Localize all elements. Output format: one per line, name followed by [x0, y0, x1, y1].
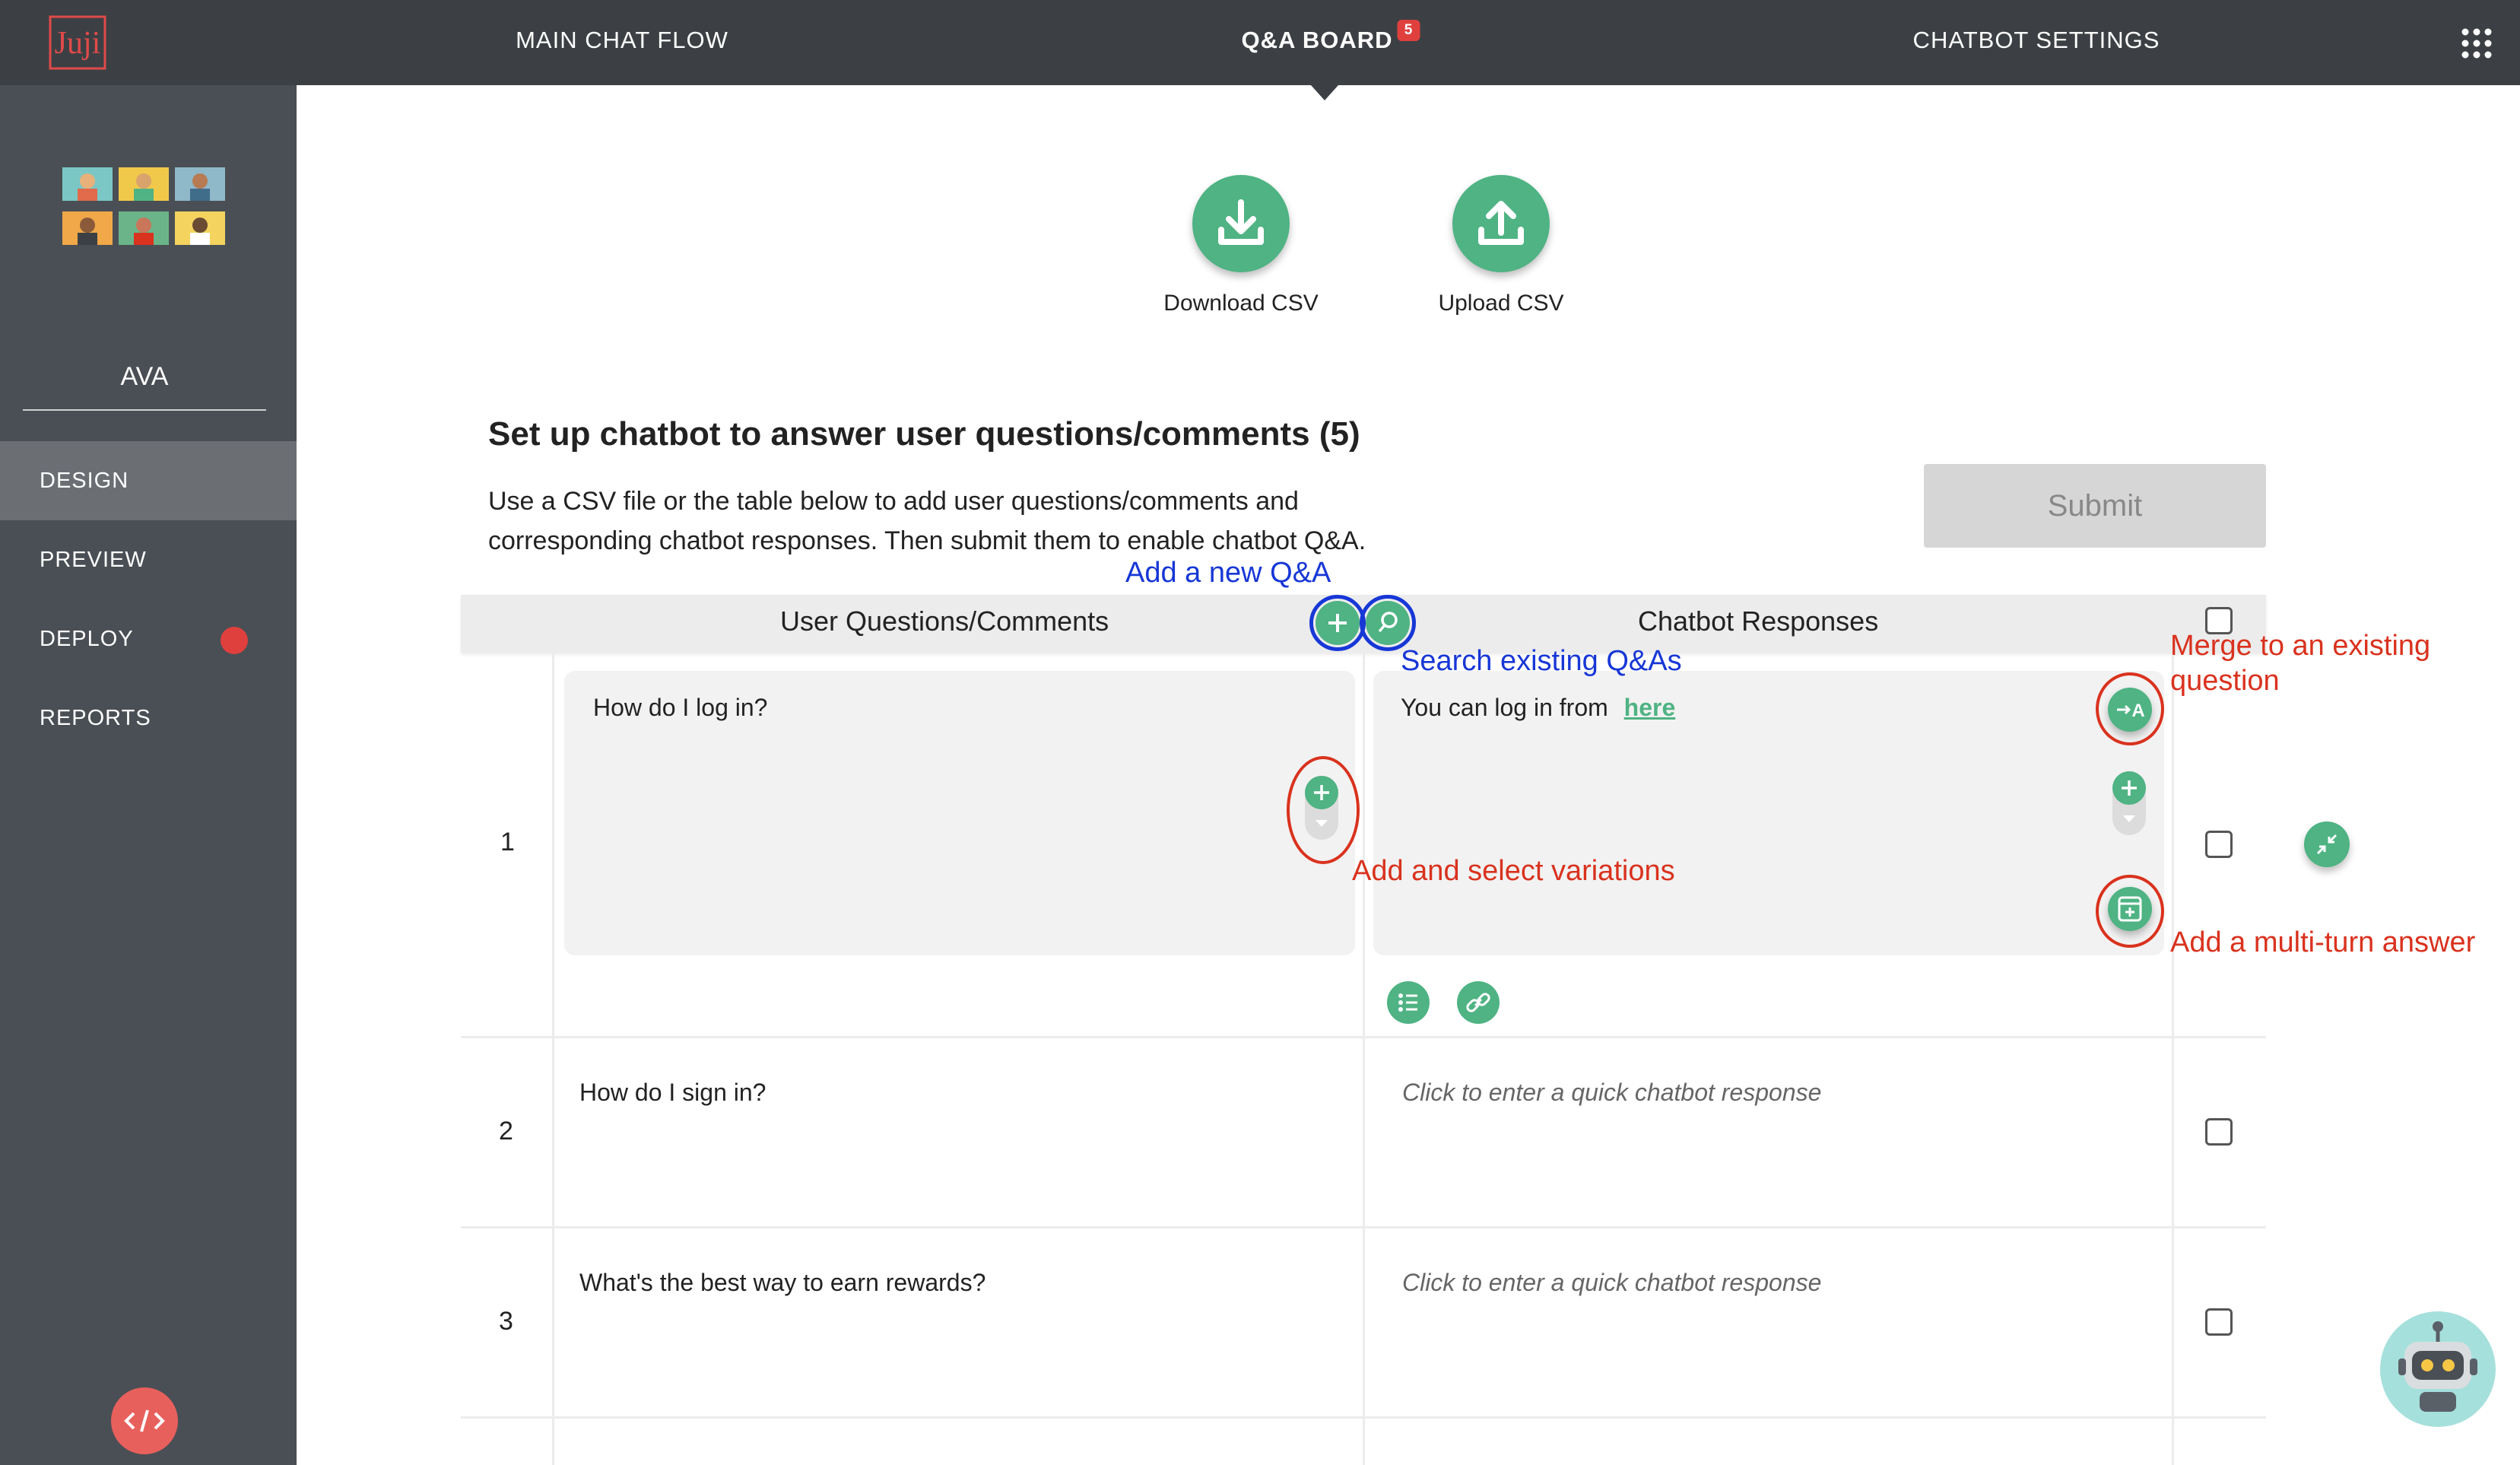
- question-text[interactable]: How do I sign in?: [579, 1079, 766, 1107]
- row-number: 3: [499, 1307, 513, 1336]
- annotation-ring-merge: [2096, 672, 2164, 745]
- chatbot-robot-avatar[interactable]: [2377, 1308, 2499, 1430]
- submit-label: Submit: [2047, 489, 2143, 523]
- row-divider: [461, 1226, 2266, 1228]
- question-text[interactable]: What's the best way to earn rewards?: [579, 1269, 985, 1297]
- add-response-variation-icon[interactable]: [2112, 771, 2146, 805]
- response-placeholder[interactable]: Click to enter a quick chatbot response: [1402, 1079, 1821, 1107]
- download-csv-button[interactable]: [1192, 175, 1290, 272]
- sidebar-item-label: DEPLOY: [40, 627, 134, 651]
- column-divider: [1363, 653, 1365, 1465]
- annotation-add-new-qa: Add a new Q&A: [1125, 557, 1331, 589]
- collapse-row-button[interactable]: [2304, 821, 2350, 867]
- qa-count-badge: 5: [1397, 20, 1420, 41]
- bot-avatar-grid: [61, 164, 228, 249]
- response-link[interactable]: here: [1624, 694, 1676, 721]
- upload-csv-button[interactable]: [1452, 175, 1550, 272]
- tab-qa-board[interactable]: Q&A BOARD 5: [1241, 0, 1420, 85]
- link-button[interactable]: [1457, 981, 1500, 1024]
- question-text[interactable]: How do I log in?: [593, 694, 767, 722]
- response-text[interactable]: You can log in from here: [1401, 694, 1675, 722]
- section-title: Set up chatbot to answer user questions/…: [488, 415, 1360, 453]
- code-icon: [124, 1409, 165, 1432]
- annotation-ring-multiturn: [2096, 875, 2164, 948]
- annotation-ring-add: [1309, 595, 1366, 651]
- column-header-questions: User Questions/Comments: [780, 605, 1109, 637]
- response-variation-stepper[interactable]: [2112, 771, 2146, 835]
- download-icon: [1218, 199, 1264, 245]
- row-divider: [461, 1416, 2266, 1419]
- bot-name-divider: [23, 409, 266, 411]
- response-placeholder[interactable]: Click to enter a quick chatbot response: [1402, 1269, 1821, 1297]
- sidebar-item-preview[interactable]: PREVIEW: [0, 520, 297, 599]
- upload-icon: [1478, 201, 1524, 245]
- section-description-line2: corresponding chatbot responses. Then su…: [488, 526, 1366, 555]
- collapse-arrows-icon: [2316, 834, 2338, 855]
- active-tab-pointer-icon: [1311, 85, 1338, 100]
- upload-csv-label: Upload CSV: [1438, 291, 1564, 316]
- sidebar-item-deploy[interactable]: DEPLOY: [0, 599, 297, 678]
- annotation-ring-search: [1360, 595, 1416, 651]
- annotation-search-existing: Search existing Q&As: [1401, 645, 1682, 677]
- tab-main-chat-flow[interactable]: MAIN CHAT FLOW: [516, 0, 728, 85]
- submit-button[interactable]: Submit: [1924, 464, 2266, 548]
- sidebar-item-design[interactable]: DESIGN: [0, 441, 297, 520]
- code-embed-button[interactable]: [111, 1387, 178, 1454]
- tab-chatbot-settings[interactable]: CHATBOT SETTINGS: [1913, 0, 2160, 85]
- annotation-ring-variations: [1287, 756, 1360, 864]
- row-checkbox[interactable]: [2205, 1118, 2233, 1146]
- sidebar-item-label: DESIGN: [40, 469, 129, 493]
- column-divider: [552, 653, 554, 1465]
- sidebar-item-label: PREVIEW: [40, 548, 147, 572]
- link-icon: [1466, 993, 1490, 1012]
- sidebar-item-reports[interactable]: REPORTS: [0, 678, 297, 758]
- logo-text: Juji: [55, 26, 101, 61]
- row-checkbox[interactable]: [2205, 1308, 2233, 1336]
- row-number: 1: [500, 828, 515, 856]
- annotation-add-variations: Add and select variations: [1352, 855, 1675, 887]
- apps-grid-icon[interactable]: [2461, 27, 2493, 59]
- row-checkbox[interactable]: [2205, 831, 2233, 858]
- annotation-add-multiturn: Add a multi-turn answer: [2170, 926, 2476, 958]
- top-navigation-bar: Juji MAIN CHAT FLOW Q&A BOARD 5 CHATBOT …: [0, 0, 2520, 85]
- response-prefix: You can log in from: [1401, 694, 1608, 721]
- chevron-down-icon[interactable]: [2122, 814, 2137, 825]
- row-divider: [461, 1036, 2266, 1038]
- list-options-button[interactable]: [1387, 981, 1430, 1024]
- bot-name: AVA: [120, 362, 169, 391]
- deploy-alert-dot-icon: [221, 627, 248, 654]
- robot-icon: [2380, 1311, 2496, 1427]
- annotation-merge-line2: question: [2170, 665, 2280, 697]
- annotation-merge-line1: Merge to an existing: [2170, 630, 2431, 662]
- tab-label: CHATBOT SETTINGS: [1912, 27, 2160, 53]
- tab-label: MAIN CHAT FLOW: [516, 27, 728, 53]
- column-divider: [2172, 653, 2174, 1465]
- column-header-responses: Chatbot Responses: [1638, 605, 1879, 637]
- row-number: 2: [499, 1117, 513, 1146]
- sidebar-item-label: REPORTS: [40, 706, 151, 730]
- list-icon: [1398, 993, 1417, 1012]
- sidebar: AVA DESIGN PREVIEW DEPLOY REPORTS: [0, 85, 297, 1465]
- download-csv-label: Download CSV: [1163, 291, 1319, 316]
- juji-logo[interactable]: Juji: [47, 14, 108, 72]
- tab-label: Q&A BOARD: [1241, 27, 1393, 53]
- section-description-line1: Use a CSV file or the table below to add…: [488, 487, 1299, 516]
